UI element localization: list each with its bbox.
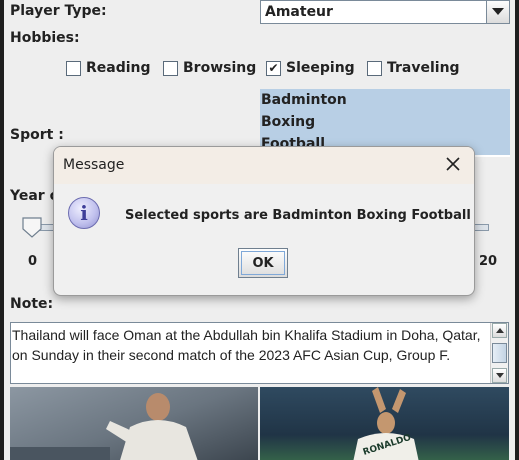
player-type-select[interactable]: Amateur (260, 0, 510, 24)
hobby-label-sleeping: Sleeping (286, 60, 355, 76)
checkbox-box[interactable] (367, 61, 382, 76)
player-silhouette: RONALDO (353, 387, 419, 460)
chevron-down-icon[interactable] (486, 1, 509, 23)
note-textarea[interactable]: Thailand will face Oman at the Abdullah … (10, 322, 509, 384)
checkmark-icon[interactable]: ✔ (266, 61, 281, 76)
list-item[interactable]: Boxing (260, 111, 510, 133)
info-glyph: i (80, 201, 88, 225)
note-label: Note: (10, 296, 54, 312)
scroll-up-icon[interactable] (492, 323, 507, 338)
scroll-thumb[interactable] (492, 343, 507, 363)
checkbox-box[interactable] (66, 61, 81, 76)
dialog-message: Selected sports are Badminton Boxing Foo… (125, 208, 471, 223)
year-label: Year o (10, 188, 60, 204)
slider-thumb[interactable] (21, 217, 43, 239)
player-silhouette (10, 393, 198, 460)
dialog-title: Message (63, 157, 125, 173)
ok-button[interactable]: OK (238, 248, 288, 278)
info-icon: i (68, 197, 100, 229)
list-item[interactable]: Badminton (260, 89, 510, 111)
slider-min-label: 0 (28, 254, 38, 269)
checkbox-box[interactable] (163, 61, 178, 76)
slider-max-label: 20 (479, 254, 498, 269)
sport-label: Sport : (10, 127, 64, 143)
scroll-down-icon[interactable] (492, 368, 507, 383)
player-photo-right: RONALDO (260, 387, 509, 460)
player-type-label: Player Type: (10, 3, 107, 19)
player-type-value: Amateur (265, 4, 333, 20)
hobby-label-browsing: Browsing (183, 60, 257, 76)
dialog-title-bar[interactable]: Message (54, 147, 474, 184)
hobby-label-reading: Reading (86, 60, 151, 76)
message-dialog: Message i Selected sports are Badminton … (53, 146, 475, 296)
app-window: Player Type: Amateur Hobbies: Reading Br… (4, 0, 515, 460)
hobbies-label: Hobbies: (10, 30, 80, 46)
hobby-label-traveling: Traveling (387, 60, 460, 76)
player-photo-left (10, 387, 258, 460)
close-icon[interactable] (440, 153, 466, 177)
note-text[interactable]: Thailand will face Oman at the Abdullah … (12, 325, 488, 365)
note-scrollbar[interactable] (490, 323, 508, 383)
